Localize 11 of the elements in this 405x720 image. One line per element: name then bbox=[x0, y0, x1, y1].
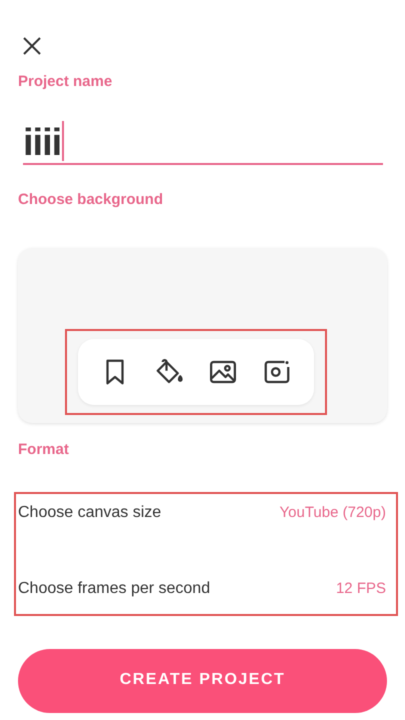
setting-label: Choose frames per second bbox=[18, 580, 210, 598]
field-label: Project name bbox=[18, 73, 114, 90]
setting-label: Choose canvas size bbox=[18, 504, 162, 522]
field-value: iiii bbox=[23, 123, 62, 163]
input-field[interactable]: iiii bbox=[23, 120, 383, 165]
setting-value[interactable]: 12 FPS bbox=[336, 580, 386, 598]
section-label: Format bbox=[18, 441, 70, 458]
setting-value[interactable]: YouTube (720p) bbox=[280, 504, 386, 522]
text-cursor bbox=[62, 121, 64, 161]
create-project-button[interactable]: CREATE PROJECT bbox=[18, 649, 387, 713]
section-label: Choose background bbox=[18, 191, 164, 208]
